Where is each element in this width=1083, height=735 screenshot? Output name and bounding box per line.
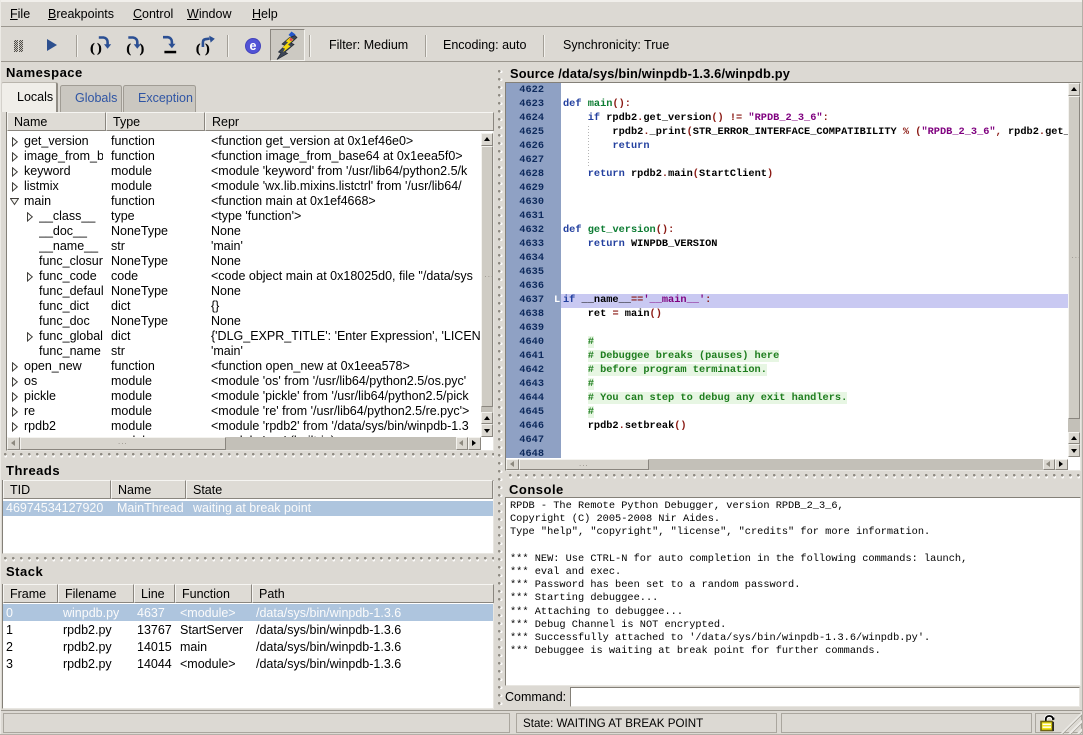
svg-text:(: ( [196, 41, 200, 56]
svg-text:): ) [140, 40, 144, 55]
svg-text:): ) [205, 41, 209, 56]
svg-text:(: ( [127, 40, 131, 55]
svg-text:): ) [97, 40, 101, 55]
svg-text:(: ( [90, 40, 94, 55]
